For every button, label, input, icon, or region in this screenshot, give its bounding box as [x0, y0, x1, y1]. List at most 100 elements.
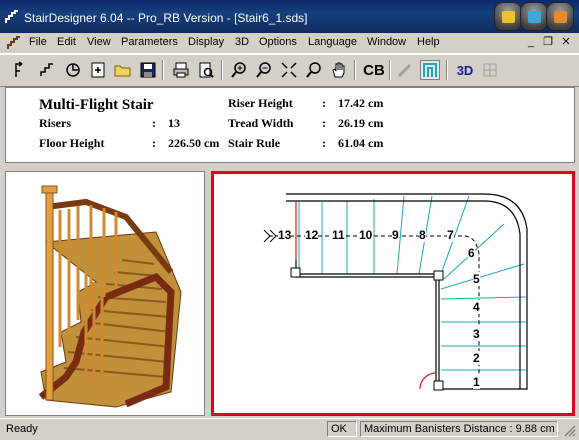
- step-number: 12: [305, 228, 319, 242]
- zoom-fit-icon: [281, 62, 297, 78]
- menu-window[interactable]: Window: [367, 36, 406, 48]
- stair-rule-value: 61.04 cm: [338, 136, 384, 150]
- rotate-button[interactable]: [63, 60, 83, 80]
- colon: :: [152, 136, 156, 150]
- document-icon[interactable]: [6, 35, 22, 51]
- tread-width-value: 26.19 cm: [338, 116, 384, 130]
- risers-value: 13: [168, 116, 180, 130]
- stair-3d-render: [38, 185, 182, 408]
- minimize-icon: [502, 11, 515, 23]
- zoom-in-icon: [231, 62, 246, 78]
- step-number: 10: [359, 228, 373, 242]
- toolbar: CB 3D: [0, 54, 579, 87]
- colon: :: [322, 96, 326, 110]
- toolbar-separator: [221, 60, 223, 80]
- grid-icon: [483, 63, 497, 77]
- status-bar: Ready OK Maximum Banisters Distance : 9.…: [0, 418, 579, 440]
- menu-help[interactable]: Help: [417, 36, 440, 48]
- save-icon: [140, 62, 156, 78]
- open-folder-icon: [114, 65, 131, 77]
- menu-parameters[interactable]: Parameters: [121, 36, 178, 48]
- print-button[interactable]: [171, 60, 191, 80]
- step-number: 3: [473, 327, 480, 341]
- menu-display[interactable]: Display: [188, 36, 224, 48]
- draw-line-icon: [40, 63, 53, 76]
- zoom-window-icon: [306, 62, 321, 78]
- step-number: 8: [419, 228, 426, 242]
- menu-options[interactable]: Options: [259, 36, 297, 48]
- pan-hand-icon: [332, 62, 345, 78]
- doc-restore-button[interactable]: ❐: [541, 35, 555, 49]
- new-stair-button[interactable]: [12, 60, 32, 80]
- save-button[interactable]: [138, 60, 158, 80]
- riser-height-value: 17.42 cm: [338, 96, 384, 110]
- step-number: 13: [278, 228, 292, 242]
- window-title: StairDesigner 6.04 -- Pro_RB Version - […: [24, 11, 308, 25]
- minimize-window-button[interactable]: [494, 2, 522, 31]
- zoom-fit-button[interactable]: [279, 60, 299, 80]
- step-number: 6: [468, 246, 475, 260]
- print-icon: [173, 62, 189, 78]
- import-button[interactable]: [88, 60, 108, 80]
- rotate-icon: [66, 63, 80, 77]
- menu-3d[interactable]: 3D: [235, 36, 249, 48]
- stair-view-icon: [423, 63, 437, 77]
- print-preview-icon: [199, 62, 214, 78]
- plan-view-pane[interactable]: 1 2 3 4 5 6 7 8 9 10 11 12 13: [211, 171, 575, 416]
- 3d-view-button[interactable]: 3D: [453, 60, 477, 80]
- colon: :: [152, 116, 156, 130]
- toolbar-separator: [354, 60, 356, 80]
- menu-edit[interactable]: Edit: [57, 36, 76, 48]
- colon: :: [322, 116, 326, 130]
- pencil-icon: [397, 63, 412, 78]
- draw-line-button[interactable]: [37, 60, 57, 80]
- new-stair-icon: [15, 61, 23, 77]
- import-icon: [91, 62, 105, 78]
- zoom-out-icon: [256, 62, 271, 78]
- toolbar-separator: [389, 60, 391, 80]
- print-preview-button[interactable]: [196, 60, 216, 80]
- step-number: 7: [447, 228, 454, 242]
- close-icon: [554, 11, 567, 23]
- step-number: 4: [473, 300, 480, 314]
- pan-button[interactable]: [329, 60, 349, 80]
- risers-label: Risers: [39, 116, 71, 130]
- resize-grip-icon[interactable]: [563, 424, 576, 437]
- doc-minimize-button[interactable]: _: [524, 35, 538, 49]
- toolbar-separator: [446, 60, 448, 80]
- zoom-in-button[interactable]: [229, 60, 249, 80]
- floor-height-value: 226.50 cm: [168, 136, 220, 150]
- step-number: 1: [473, 375, 480, 389]
- step-number: 2: [473, 351, 480, 365]
- app-icon: [5, 10, 18, 23]
- floor-height-label: Floor Height: [39, 136, 105, 150]
- title-bar: StairDesigner 6.04 -- Pro_RB Version - […: [0, 0, 579, 33]
- open-button[interactable]: [113, 60, 133, 80]
- stair-view-button[interactable]: [420, 60, 440, 80]
- menu-view[interactable]: View: [87, 36, 111, 48]
- maximize-window-button[interactable]: [520, 2, 548, 31]
- zoom-window-button[interactable]: [304, 60, 324, 80]
- step-number: 5: [473, 272, 480, 286]
- menu-file[interactable]: File: [29, 36, 47, 48]
- riser-height-label: Riser Height: [228, 96, 293, 110]
- zoom-out-button[interactable]: [254, 60, 274, 80]
- maximize-icon: [528, 11, 541, 23]
- close-window-button[interactable]: [546, 2, 574, 31]
- colon: :: [322, 136, 326, 150]
- status-banisters-distance: Maximum Banisters Distance : 9.88 cm: [360, 421, 558, 437]
- stair-info-panel: Multi-Flight Stair Risers : 13 Floor Hei…: [5, 87, 575, 163]
- menu-language[interactable]: Language: [308, 36, 357, 48]
- grid-button[interactable]: [480, 60, 500, 80]
- doc-close-button[interactable]: ✕: [559, 35, 573, 49]
- stair-rule-label: Stair Rule: [228, 136, 281, 150]
- cb-button[interactable]: CB: [362, 60, 386, 80]
- status-ok: OK: [327, 421, 357, 437]
- status-message: Ready: [6, 423, 38, 435]
- stair-plan-drawing: [263, 193, 528, 391]
- step-number: 11: [332, 228, 345, 242]
- pencil-button[interactable]: [395, 60, 415, 80]
- tread-width-label: Tread Width: [228, 116, 294, 130]
- stair-type-title: Multi-Flight Stair: [39, 97, 154, 113]
- 3d-view-pane[interactable]: [5, 171, 205, 416]
